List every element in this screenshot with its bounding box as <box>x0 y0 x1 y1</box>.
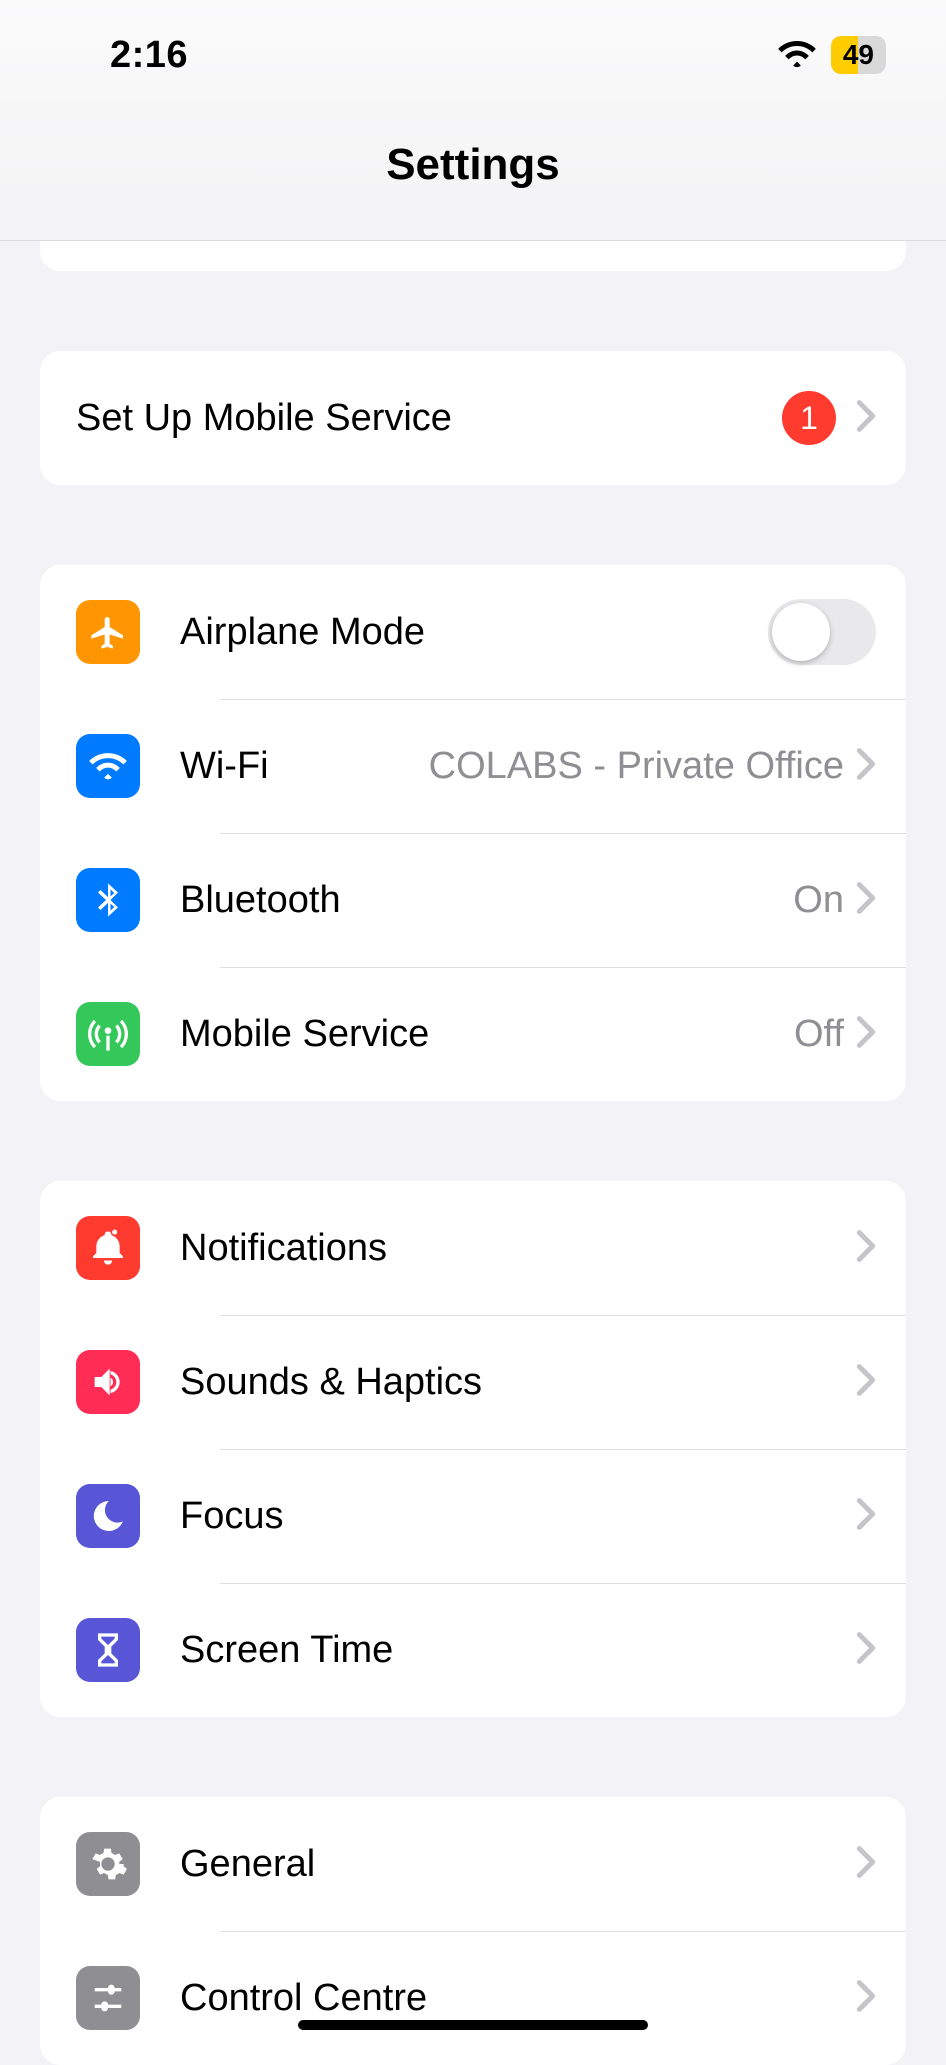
row-label: Wi-Fi <box>180 745 429 788</box>
row-label: Set Up Mobile Service <box>76 397 782 440</box>
chevron-right-icon <box>856 1497 876 1536</box>
battery-pct: 49 <box>831 39 886 71</box>
row-detail: Off <box>794 1013 844 1056</box>
home-indicator[interactable] <box>298 2020 648 2030</box>
chevron-right-icon <box>856 1015 876 1054</box>
chevron-right-icon <box>856 1363 876 1402</box>
wifi-status-icon <box>777 38 817 73</box>
chevron-right-icon <box>856 1845 876 1884</box>
moon-icon <box>76 1484 140 1548</box>
chevron-right-icon <box>856 881 876 920</box>
sliders-icon <box>76 1966 140 2030</box>
row-label: Control Centre <box>180 1977 856 2020</box>
row-setup-mobile-service[interactable]: Set Up Mobile Service 1 <box>40 351 906 485</box>
row-control-centre[interactable]: Control Centre <box>40 1931 906 2065</box>
notification-badge: 1 <box>782 391 836 445</box>
group-connectivity: Airplane Mode Wi-Fi COLABS - Private Off… <box>40 565 906 1101</box>
row-wifi[interactable]: Wi-Fi COLABS - Private Office <box>40 699 906 833</box>
row-label: Notifications <box>180 1227 856 1270</box>
row-notifications[interactable]: Notifications <box>40 1181 906 1315</box>
row-label: Airplane Mode <box>180 611 768 654</box>
page-title: Settings <box>0 140 946 190</box>
row-label: General <box>180 1843 856 1886</box>
row-focus[interactable]: Focus <box>40 1449 906 1583</box>
row-label: Bluetooth <box>180 879 793 922</box>
battery-icon: 49 <box>831 36 886 74</box>
speaker-icon <box>76 1350 140 1414</box>
row-airplane-mode: Airplane Mode <box>40 565 906 699</box>
row-mobile-service[interactable]: Mobile Service Off <box>40 967 906 1101</box>
row-screen-time[interactable]: Screen Time <box>40 1583 906 1717</box>
row-label: Screen Time <box>180 1629 856 1672</box>
airplane-toggle[interactable] <box>768 599 876 665</box>
group-alerts: Notifications Sounds & Haptics Focus <box>40 1181 906 1717</box>
hourglass-icon <box>76 1618 140 1682</box>
status-bar: 2:16 49 <box>0 0 946 110</box>
airplane-icon <box>76 600 140 664</box>
antenna-icon <box>76 1002 140 1066</box>
chevron-right-icon <box>856 399 876 438</box>
wifi-icon <box>76 734 140 798</box>
row-label: Focus <box>180 1495 856 1538</box>
chevron-right-icon <box>856 1229 876 1268</box>
gear-icon <box>76 1832 140 1896</box>
row-bluetooth[interactable]: Bluetooth On <box>40 833 906 967</box>
chevron-right-icon <box>856 747 876 786</box>
row-detail: COLABS - Private Office <box>429 745 844 788</box>
chevron-right-icon <box>856 1631 876 1670</box>
row-label: Sounds & Haptics <box>180 1361 856 1404</box>
chevron-right-icon <box>856 1979 876 2018</box>
row-general[interactable]: General <box>40 1797 906 1931</box>
bluetooth-icon <box>76 868 140 932</box>
row-detail: On <box>793 879 844 922</box>
status-right: 49 <box>777 36 886 74</box>
nav-bar: Settings <box>0 110 946 241</box>
previous-group-peek <box>40 241 906 271</box>
row-sounds-haptics[interactable]: Sounds & Haptics <box>40 1315 906 1449</box>
bell-icon <box>76 1216 140 1280</box>
group-mobile-setup: Set Up Mobile Service 1 <box>40 351 906 485</box>
row-label: Mobile Service <box>180 1013 794 1056</box>
status-time: 2:16 <box>110 34 188 77</box>
